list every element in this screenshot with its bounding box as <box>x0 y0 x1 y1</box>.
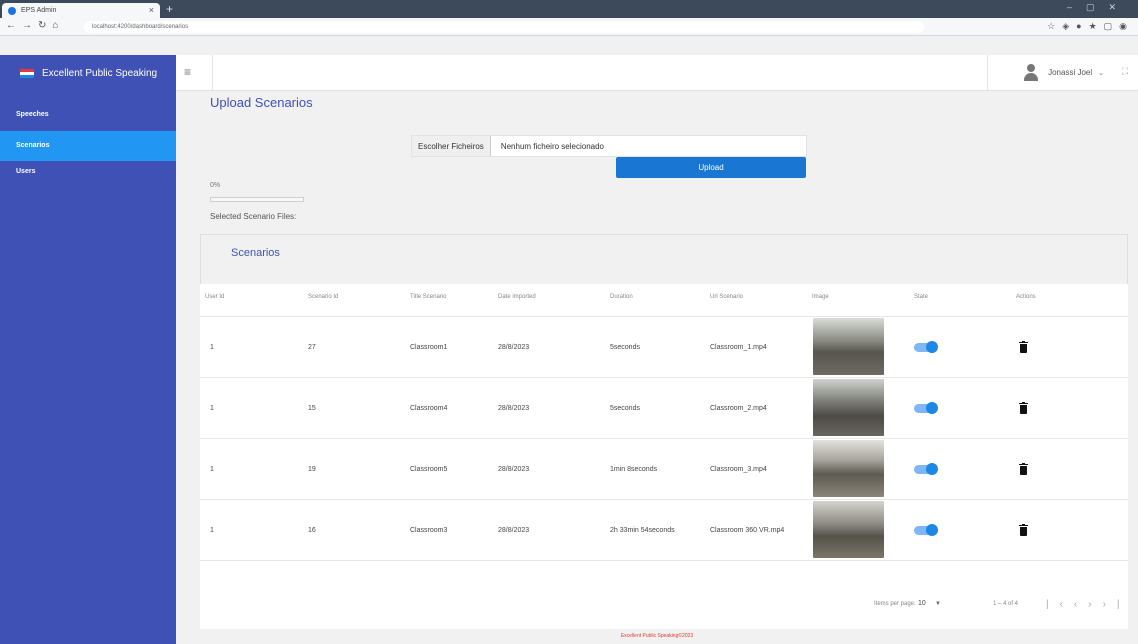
cell-scenario-id: 27 <box>308 344 316 351</box>
upload-title: Upload Scenarios <box>210 95 313 110</box>
user-name: Jonassi Joel <box>1048 68 1093 77</box>
page-range-label: 1 – 4 of 4 <box>993 601 1019 607</box>
table-divider <box>200 499 1128 500</box>
browser-tabstrip: EPS Admin × + –▢✕ <box>0 0 1138 18</box>
navigation-icons[interactable]: ←→↻⌂ <box>6 20 64 31</box>
url-input[interactable]: localhost:4200/dashboard/scenarios <box>84 21 924 33</box>
column-header-image: Image <box>812 294 829 300</box>
column-header-title[interactable]: Title Scenario <box>410 294 446 300</box>
sidebar-item-speeches[interactable]: Speeches <box>0 100 176 130</box>
delete-icon[interactable] <box>1019 524 1028 536</box>
tab-close-icon[interactable]: × <box>149 5 154 15</box>
avatar-icon <box>1024 64 1039 81</box>
cell-date: 28/8/2023 <box>498 405 530 412</box>
items-per-page-label: Items per page: <box>874 601 916 607</box>
cell-scenario-id: 16 <box>308 527 316 534</box>
chevron-down-icon: ⌄ <box>1098 69 1104 77</box>
column-header-user-id[interactable]: User Id <box>205 294 224 300</box>
pagination-nav-icons[interactable]: |‹‹››| <box>1046 599 1131 610</box>
delete-icon[interactable] <box>1019 402 1028 414</box>
scenario-thumbnail-image <box>813 501 884 558</box>
file-input[interactable]: Escolher Ficheiros Nenhum ficheiro selec… <box>411 135 807 157</box>
upload-button[interactable]: Upload <box>616 157 806 178</box>
new-tab-icon[interactable]: + <box>166 2 173 16</box>
section-divider <box>1127 234 1128 284</box>
sidebar-item-users[interactable]: Users <box>0 157 176 187</box>
cell-title: Classroom5 <box>410 466 448 473</box>
progress-bar <box>210 197 304 202</box>
state-toggle[interactable] <box>914 402 938 414</box>
section-divider <box>200 234 1128 235</box>
cell-duration: 5seconds <box>610 344 640 351</box>
progress-percent: 0% <box>210 182 221 189</box>
column-header-url[interactable]: Url Scenario <box>710 294 743 300</box>
cell-user-id: 1 <box>210 405 214 412</box>
scenarios-title: Scenarios <box>231 247 280 259</box>
cell-url: Classroom_3.mp4 <box>710 466 767 473</box>
table-divider <box>200 377 1128 378</box>
cell-url: Classroom_1.mp4 <box>710 344 767 351</box>
fullscreen-icon[interactable]: ⛶ <box>1122 66 1128 77</box>
column-header-actions: Actions <box>1016 294 1036 300</box>
column-header-state: State <box>914 294 929 300</box>
cell-duration: 2h 33min 54seconds <box>610 527 675 534</box>
table-divider <box>200 438 1128 439</box>
cell-duration: 1min 8seconds <box>610 466 658 473</box>
state-toggle[interactable] <box>914 524 938 536</box>
tab-favicon-icon <box>8 6 16 15</box>
page-size-select[interactable]: 10 <box>918 600 926 607</box>
cell-user-id: 1 <box>210 466 214 473</box>
scenario-thumbnail-image <box>813 318 884 375</box>
no-file-text: Nenhum ficheiro selecionado <box>500 141 604 151</box>
cell-url: Classroom 360 VR.mp4 <box>710 527 785 534</box>
cell-title: Classroom3 <box>410 527 448 534</box>
cell-duration: 5seconds <box>610 405 640 412</box>
column-header-scenario-id[interactable]: Scenario Id <box>308 294 338 300</box>
user-menu[interactable]: Jonassi Joel ⌄ <box>1024 64 1104 81</box>
cell-scenario-id: 15 <box>308 405 316 412</box>
cell-date: 28/8/2023 <box>498 344 530 351</box>
delete-icon[interactable] <box>1019 463 1028 475</box>
toolbar-divider <box>212 55 213 91</box>
cell-user-id: 1 <box>210 344 214 351</box>
scenario-thumbnail-image <box>813 379 884 436</box>
state-toggle[interactable] <box>914 463 938 475</box>
brand-title: Excellent Public Speaking <box>42 67 158 79</box>
column-header-duration[interactable]: Duration <box>610 294 633 300</box>
menu-icon[interactable]: ≡ <box>184 65 191 79</box>
cell-title: Classroom1 <box>410 344 448 351</box>
toolbar-divider <box>987 55 988 91</box>
cell-user-id: 1 <box>210 527 214 534</box>
scenario-thumbnail-image <box>813 440 884 497</box>
brand-logo-icon <box>20 68 34 78</box>
window-controls[interactable]: –▢✕ <box>1067 2 1130 13</box>
table-divider <box>200 560 1128 561</box>
top-toolbar: ≡ Jonassi Joel ⌄ ⛶ <box>176 55 1138 91</box>
column-header-date[interactable]: Date imported <box>498 294 536 300</box>
footer-text: Excellent Public Speaking©2023 <box>176 629 1138 644</box>
cell-url: Classroom_2.mp4 <box>710 405 767 412</box>
chevron-down-icon[interactable]: ▼ <box>935 601 941 607</box>
scenarios-table <box>200 284 1128 629</box>
cell-title: Classroom4 <box>410 405 448 412</box>
address-bar: ←→↻⌂ localhost:4200/dashboard/scenarios … <box>0 18 1138 36</box>
cell-date: 28/8/2023 <box>498 466 530 473</box>
selected-files-label: Selected Scenario Files: <box>210 212 297 221</box>
sidebar-brand[interactable]: Excellent Public Speaking <box>0 55 176 91</box>
cell-date: 28/8/2023 <box>498 527 530 534</box>
browser-tab[interactable]: EPS Admin × <box>2 3 160 18</box>
tab-title: EPS Admin <box>21 7 57 14</box>
table-divider <box>200 316 1128 317</box>
extension-icons[interactable]: ☆◈●★▢◉ <box>1047 21 1134 32</box>
section-divider <box>200 234 201 284</box>
state-toggle[interactable] <box>914 341 938 353</box>
cell-scenario-id: 19 <box>308 466 316 473</box>
choose-files-button[interactable]: Escolher Ficheiros <box>412 136 491 156</box>
delete-icon[interactable] <box>1019 341 1028 353</box>
